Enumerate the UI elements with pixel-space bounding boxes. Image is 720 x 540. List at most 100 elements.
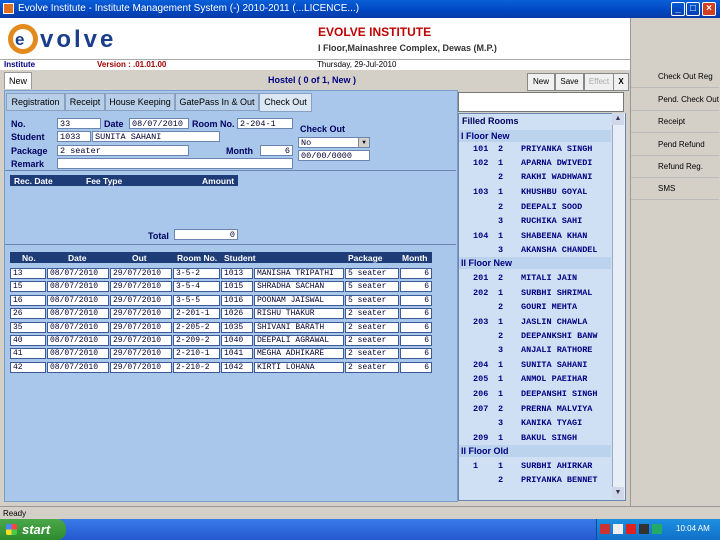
- filled-room-item[interactable]: 2 DEEPALI SOOD: [459, 200, 611, 214]
- cell-student-name[interactable]: MANISHA TRIPATHI: [254, 268, 344, 279]
- cell-month[interactable]: 6: [400, 268, 432, 279]
- cell-package[interactable]: 2 seater: [345, 361, 399, 373]
- tab-registration[interactable]: Registration: [6, 93, 65, 111]
- cell-month[interactable]: 6: [400, 281, 432, 293]
- filled-room-item[interactable]: 205 1 ANMOL PAEIHAR: [459, 372, 611, 386]
- cell-date[interactable]: 08/07/2010: [47, 308, 109, 320]
- cell-month[interactable]: 6: [400, 348, 432, 360]
- maximize-button[interactable]: □: [686, 2, 700, 16]
- cell-student-name[interactable]: SHIVANI BARATH: [254, 321, 344, 333]
- cell-student-name[interactable]: SHRADHA SACHAN: [254, 281, 344, 293]
- filled-room-item[interactable]: 3 AKANSHA CHANDEL: [459, 243, 611, 257]
- new-button[interactable]: New: [527, 73, 555, 91]
- cell-package[interactable]: 2 seater: [345, 321, 399, 333]
- cell-room[interactable]: 2-201-1: [173, 308, 220, 320]
- cell-out[interactable]: 29/07/2010: [110, 308, 172, 320]
- cell-student-name[interactable]: RISHU THAKUR: [254, 308, 344, 320]
- cell-student-id[interactable]: 1013: [221, 268, 253, 279]
- effect-button[interactable]: Effect: [584, 73, 614, 91]
- side-pend-refund[interactable]: Pend Refund: [631, 134, 719, 156]
- cell-student-name[interactable]: MEGHA ADHIKARE: [254, 348, 344, 360]
- filled-rooms-search[interactable]: [458, 92, 624, 112]
- filled-room-item[interactable]: 3 RUCHIKA SAHI: [459, 214, 611, 228]
- cell-out[interactable]: 29/07/2010: [110, 348, 172, 360]
- student-id-field[interactable]: 1033: [57, 131, 91, 142]
- side-receipt[interactable]: Receipt: [631, 111, 719, 133]
- cell-package[interactable]: 2 seater: [345, 308, 399, 320]
- cell-room[interactable]: 2-209-2: [173, 335, 220, 346]
- cell-month[interactable]: 6: [400, 321, 432, 333]
- filled-room-item[interactable]: 201 2 MITALI JAIN: [459, 271, 611, 285]
- title-bar[interactable]: Evolve Institute - Institute Management …: [0, 0, 720, 18]
- filled-room-item[interactable]: 2 DEEPANKSHI BANW: [459, 329, 611, 343]
- cell-student-name[interactable]: KIRTI LOHANA: [254, 361, 344, 373]
- tray-network-icon[interactable]: [613, 524, 623, 534]
- no-field[interactable]: 33: [57, 118, 101, 129]
- room-field[interactable]: 2-204-1: [237, 118, 293, 129]
- cell-out[interactable]: 29/07/2010: [110, 321, 172, 333]
- cell-date[interactable]: 08/07/2010: [47, 321, 109, 333]
- cell-room[interactable]: 2-205-2: [173, 321, 220, 333]
- date-field[interactable]: 08/07/2010: [129, 118, 189, 129]
- filled-room-item[interactable]: 3 KANIKA TYAGI: [459, 416, 611, 430]
- filled-room-item[interactable]: 102 1 APARNA DWIVEDI: [459, 156, 611, 170]
- tray-volume-icon[interactable]: [639, 524, 649, 534]
- student-name-field[interactable]: SUNITA SAHANI: [92, 131, 220, 142]
- cell-student-id[interactable]: 1035: [221, 321, 253, 333]
- filled-room-item[interactable]: 103 1 KHUSHBU GOYAL: [459, 185, 611, 199]
- cell-package[interactable]: 2 seater: [345, 348, 399, 360]
- new-document-tab[interactable]: New: [4, 72, 32, 89]
- save-button[interactable]: Save: [555, 73, 584, 91]
- cell-student-id[interactable]: 1026: [221, 308, 253, 320]
- filled-room-item[interactable]: 206 1 DEEPANSHI SINGH: [459, 387, 611, 401]
- filled-rooms-scrollbar[interactable]: [612, 113, 625, 499]
- tab-receipt[interactable]: Receipt: [65, 93, 105, 111]
- cell-month[interactable]: 6: [400, 361, 432, 373]
- cell-date[interactable]: 08/07/2010: [47, 335, 109, 346]
- cell-month[interactable]: 6: [400, 294, 432, 306]
- month-field[interactable]: 6: [260, 145, 293, 156]
- cell-room[interactable]: 3-5-5: [173, 294, 220, 306]
- cell-room[interactable]: 2-210-2: [173, 361, 220, 373]
- close-window-button[interactable]: ×: [702, 2, 716, 16]
- filled-room-item[interactable]: 202 1 SURBHI SHRIMAL: [459, 286, 611, 300]
- cell-student-id[interactable]: 1042: [221, 361, 253, 373]
- remark-field[interactable]: [57, 158, 293, 169]
- cell-room[interactable]: 3-5-4: [173, 281, 220, 293]
- cell-no[interactable]: 35: [10, 321, 46, 333]
- filled-room-item[interactable]: 209 1 BAKUL SINGH: [459, 431, 611, 445]
- side-refund-reg[interactable]: Refund Reg.: [631, 156, 719, 178]
- minimize-button[interactable]: _: [671, 2, 685, 16]
- cell-no[interactable]: 40: [10, 335, 46, 346]
- cell-package[interactable]: 5 seater: [345, 281, 399, 293]
- cell-no[interactable]: 26: [10, 308, 46, 320]
- cell-out[interactable]: 29/07/2010: [110, 335, 172, 346]
- filled-room-item[interactable]: 2 RAKHI WADHWANI: [459, 170, 611, 184]
- tray-update-icon[interactable]: [652, 524, 662, 534]
- chevron-down-icon[interactable]: ▼: [358, 138, 369, 147]
- cell-out[interactable]: 29/07/2010: [110, 268, 172, 279]
- cell-student-name[interactable]: DEEPALI AGRAWAL: [254, 335, 344, 346]
- tray-security-icon[interactable]: [626, 524, 636, 534]
- tab-house-keeping[interactable]: House Keeping: [105, 93, 175, 111]
- package-field[interactable]: 2 seater: [57, 145, 189, 156]
- cell-date[interactable]: 08/07/2010: [47, 268, 109, 279]
- side-check-out-reg[interactable]: Check Out Reg: [631, 66, 719, 88]
- filled-room-item[interactable]: 203 1 JASLIN CHAWLA: [459, 315, 611, 329]
- tray-app-icon[interactable]: [600, 524, 610, 534]
- scroll-down-icon[interactable]: ▼: [612, 487, 624, 499]
- cell-student-id[interactable]: 1016: [221, 294, 253, 306]
- checkout-date-field[interactable]: 00/00/0000: [298, 150, 370, 161]
- filled-room-item[interactable]: 1 1 SURBHI AHIRKAR: [459, 459, 611, 473]
- cell-student-id[interactable]: 1040: [221, 335, 253, 346]
- cell-month[interactable]: 6: [400, 335, 432, 346]
- cell-no[interactable]: 13: [10, 268, 46, 279]
- filled-room-item[interactable]: 2 GOURI MEHTA: [459, 300, 611, 314]
- filled-room-item[interactable]: 104 1 SHABEENA KHAN: [459, 229, 611, 243]
- cell-date[interactable]: 08/07/2010: [47, 361, 109, 373]
- cell-out[interactable]: 29/07/2010: [110, 294, 172, 306]
- cell-out[interactable]: 29/07/2010: [110, 361, 172, 373]
- cell-package[interactable]: 5 seater: [345, 294, 399, 306]
- side-sms[interactable]: SMS: [631, 178, 719, 200]
- cell-package[interactable]: 5 seater: [345, 268, 399, 279]
